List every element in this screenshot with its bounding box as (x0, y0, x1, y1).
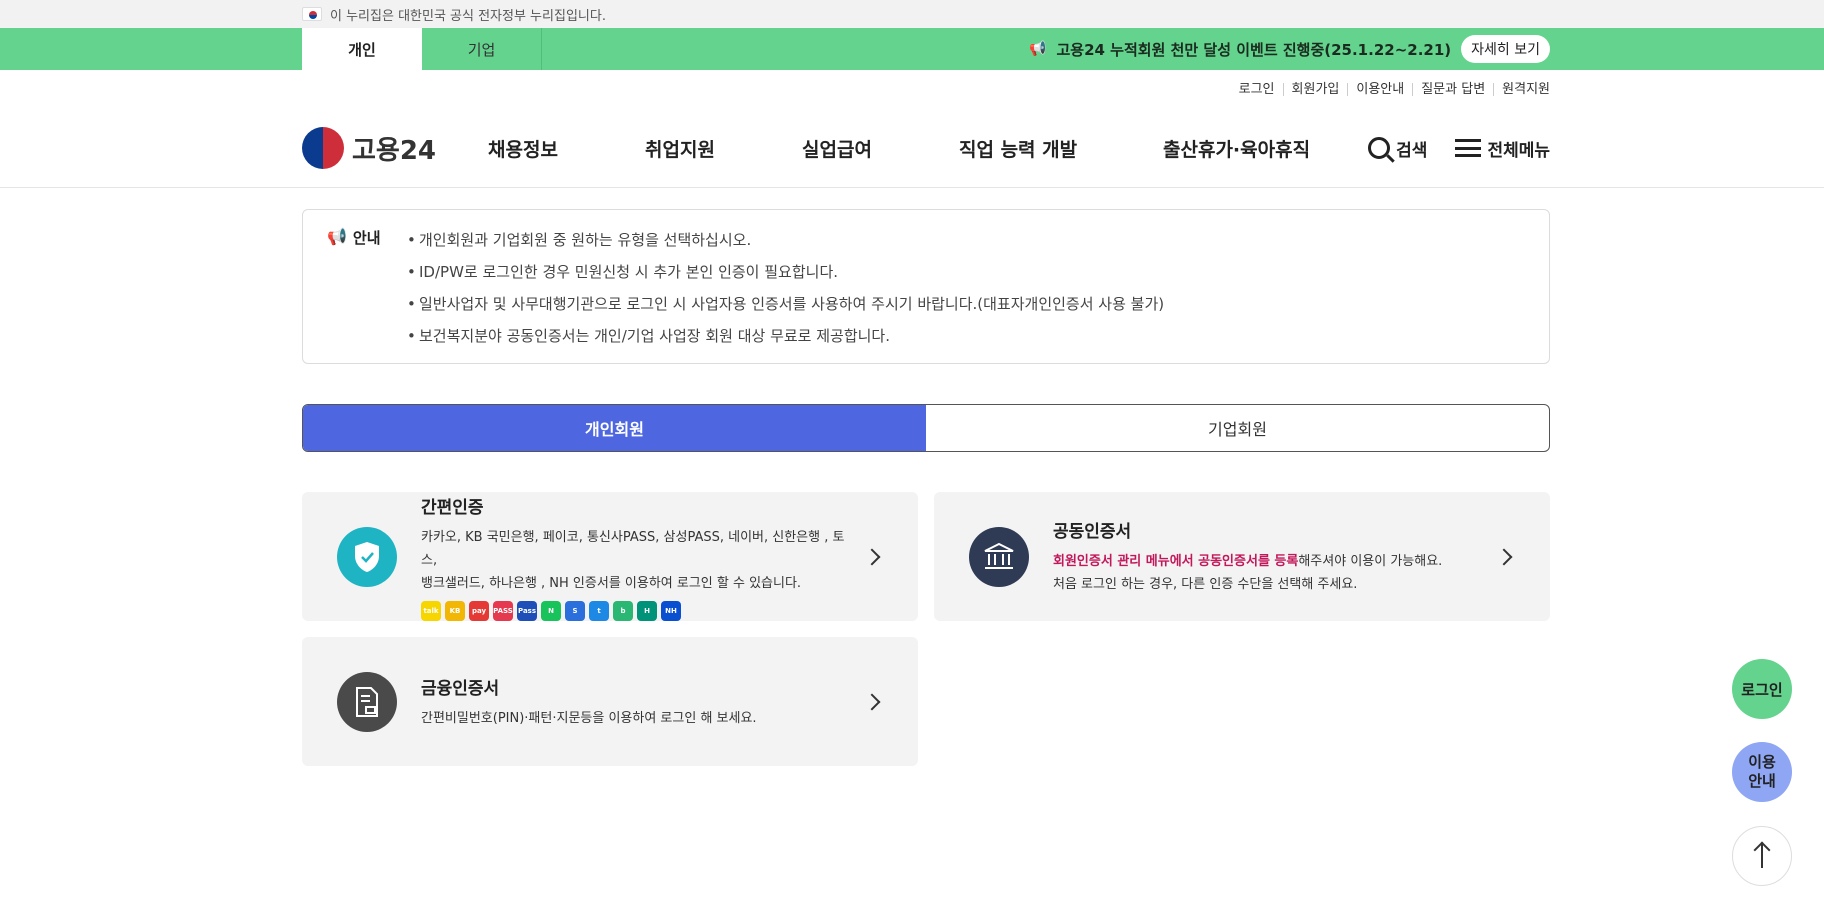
util-login-link[interactable]: 로그인 (1231, 83, 1283, 96)
util-signup-link[interactable]: 회원가입 (1282, 82, 1348, 96)
joint-cert-desc-rest: 해주셔야 이용이 가능해요. (1298, 554, 1443, 569)
provider-logo-icon: KB (445, 600, 465, 621)
provider-logo-icon: t (589, 600, 609, 621)
notice-list: 개인회원과 기업회원 중 원하는 유형을 선택하십시오. ID/PW로 로그인한… (407, 224, 1164, 352)
bank-building-icon (969, 526, 1029, 587)
joint-cert-highlight: 회원인증서 관리 메뉴에서 공동인증서를 등록 (1053, 554, 1299, 569)
joint-cert-title: 공동인증서 (1053, 522, 1132, 542)
all-menu-label: 전체메뉴 (1487, 140, 1550, 161)
global-nav: 채용정보 취업지원 실업급여 직업 능력 개발 출산휴가·육아휴직 (488, 135, 1363, 162)
guide-line-2: 안내 (1748, 772, 1776, 790)
finance-cert-desc: 간편비밀번호(PIN)·패턴·지문등을 이용하여 로그인 해 보세요. (421, 710, 757, 726)
provider-logo-icon: PASS (493, 600, 513, 621)
joint-cert-desc-2: 처음 로그인 하는 경우, 다른 인증 수단을 선택해 주세요. (1053, 577, 1358, 592)
notice-item: 일반사업자 및 사무대행기관으로 로그인 시 사업자용 인증서를 사용하여 주시… (407, 288, 1164, 320)
member-type-tabs: 개인회원 기업회원 (302, 404, 1550, 452)
site-logo[interactable]: 고용24 (302, 127, 488, 169)
simple-auth-card[interactable]: 간편인증 카카오, KB 국민은행, 페이코, 통신사PASS, 삼성PASS,… (302, 492, 918, 621)
event-detail-button[interactable]: 자세히 보기 (1461, 35, 1550, 63)
provider-logos: talk KB pay PASS Pass N St b H NH (421, 600, 846, 621)
nav-item-employment-support[interactable]: 취업지원 (645, 135, 802, 162)
all-menu-button[interactable]: 전체메뉴 (1455, 136, 1550, 161)
header-actions: 검색 전체메뉴 (1368, 136, 1550, 161)
scroll-top-button[interactable] (1732, 826, 1792, 886)
provider-logo-icon: b (613, 600, 633, 621)
notice-label: 안내 (352, 229, 381, 247)
provider-logo-icon: N (541, 600, 561, 621)
tab-corporate-member[interactable]: 기업회원 (926, 405, 1549, 451)
notice-item: ID/PW로 로그인한 경우 민원신청 시 추가 본인 인증이 필요합니다. (407, 256, 1164, 288)
search-button[interactable]: 검색 (1368, 136, 1427, 161)
simple-auth-title: 간편인증 (421, 497, 484, 518)
arrow-up-icon (1761, 844, 1763, 868)
floating-login-button[interactable]: 로그인 (1732, 659, 1792, 719)
nav-item-jobs[interactable]: 채용정보 (488, 135, 645, 162)
guide-line-1: 이용 (1748, 753, 1776, 771)
simple-auth-desc-1: 카카오, KB 국민은행, 페이코, 통신사PASS, 삼성PASS, 네이버,… (421, 529, 845, 568)
utility-links: 로그인 회원가입 이용안내 질문과 답변 원격지원 (0, 70, 1824, 108)
event-text[interactable]: 고용24 누적회원 천만 달성 이벤트 진행중(25.1.22~2.21) (1056, 39, 1451, 60)
megaphone-icon: 📢 (327, 227, 347, 246)
tab-corporate[interactable]: 기업 (422, 28, 542, 70)
logo-text: 고용24 (352, 135, 437, 166)
event-banner: 📢 고용24 누적회원 천만 달성 이벤트 진행중(25.1.22~2.21) … (1029, 28, 1550, 70)
notice-heading: 📢 안내 (327, 224, 407, 349)
search-label: 검색 (1396, 140, 1428, 161)
document-icon (337, 671, 397, 732)
notice-box: 📢 안내 개인회원과 기업회원 중 원하는 유형을 선택하십시오. ID/PW로… (302, 209, 1550, 364)
gov-banner-text: 이 누리집은 대한민국 공식 전자정부 누리집입니다. (330, 8, 606, 24)
main-header: 고용24 채용정보 취업지원 실업급여 직업 능력 개발 출산휴가·육아휴직 검… (0, 108, 1824, 188)
joint-cert-card[interactable]: 공동인증서 회원인증서 관리 메뉴에서 공동인증서를 등록해주셔야 이용이 가능… (934, 492, 1550, 621)
gov-banner: 이 누리집은 대한민국 공식 전자정부 누리집입니다. (0, 0, 1824, 28)
provider-logo-icon: pay (469, 600, 489, 621)
notice-item: 보건복지분야 공동인증서는 개인/기업 사업장 회원 대상 무료로 제공합니다. (407, 320, 1164, 352)
finance-cert-card[interactable]: 금융인증서 간편비밀번호(PIN)·패턴·지문등을 이용하여 로그인 해 보세요… (302, 637, 918, 766)
nav-item-parental-leave[interactable]: 출산휴가·육아휴직 (1163, 135, 1363, 162)
provider-logo-icon: talk (421, 600, 441, 621)
tab-personal[interactable]: 개인 (302, 28, 422, 70)
util-qna-link[interactable]: 질문과 답변 (1412, 82, 1493, 96)
hamburger-icon (1455, 139, 1482, 157)
nav-item-job-skills[interactable]: 직업 능력 개발 (959, 135, 1163, 162)
provider-logo-icon: NH (661, 600, 681, 621)
shield-check-icon (337, 526, 397, 587)
finance-cert-title: 금융인증서 (421, 678, 500, 699)
util-guide-link[interactable]: 이용안내 (1347, 82, 1412, 96)
nav-item-unemployment-benefit[interactable]: 실업급여 (802, 135, 959, 162)
chevron-right-icon (863, 548, 881, 565)
chevron-right-icon (863, 693, 881, 710)
top-bar: 개인 기업 📢 고용24 누적회원 천만 달성 이벤트 진행중(25.1.22~… (0, 28, 1824, 70)
notice-item: 개인회원과 기업회원 중 원하는 유형을 선택하십시오. (407, 224, 1164, 256)
floating-guide-button[interactable]: 이용 안내 (1732, 742, 1792, 802)
provider-logo-icon: Pass (517, 600, 537, 621)
tab-personal-member[interactable]: 개인회원 (303, 405, 926, 451)
provider-logo-icon: S (565, 600, 585, 621)
provider-logo-icon: H (637, 600, 657, 621)
korean-flag-icon (302, 7, 322, 21)
chevron-right-icon (1495, 548, 1513, 565)
taegeuk-logo-icon (302, 127, 344, 169)
auth-options: 간편인증 카카오, KB 국민은행, 페이코, 통신사PASS, 삼성PASS,… (302, 492, 1550, 766)
joint-cert-desc-1: 회원인증서 관리 메뉴에서 공동인증서를 등록해주셔야 이용이 가능해요. (1053, 550, 1478, 573)
search-icon (1368, 137, 1391, 159)
megaphone-icon: 📢 (1029, 41, 1047, 57)
util-remote-link[interactable]: 원격지원 (1493, 82, 1550, 96)
simple-auth-desc-2: 뱅크샐러드, 하나은행 , NH 인증서를 이용하여 로그인 할 수 있습니다. (421, 575, 802, 591)
